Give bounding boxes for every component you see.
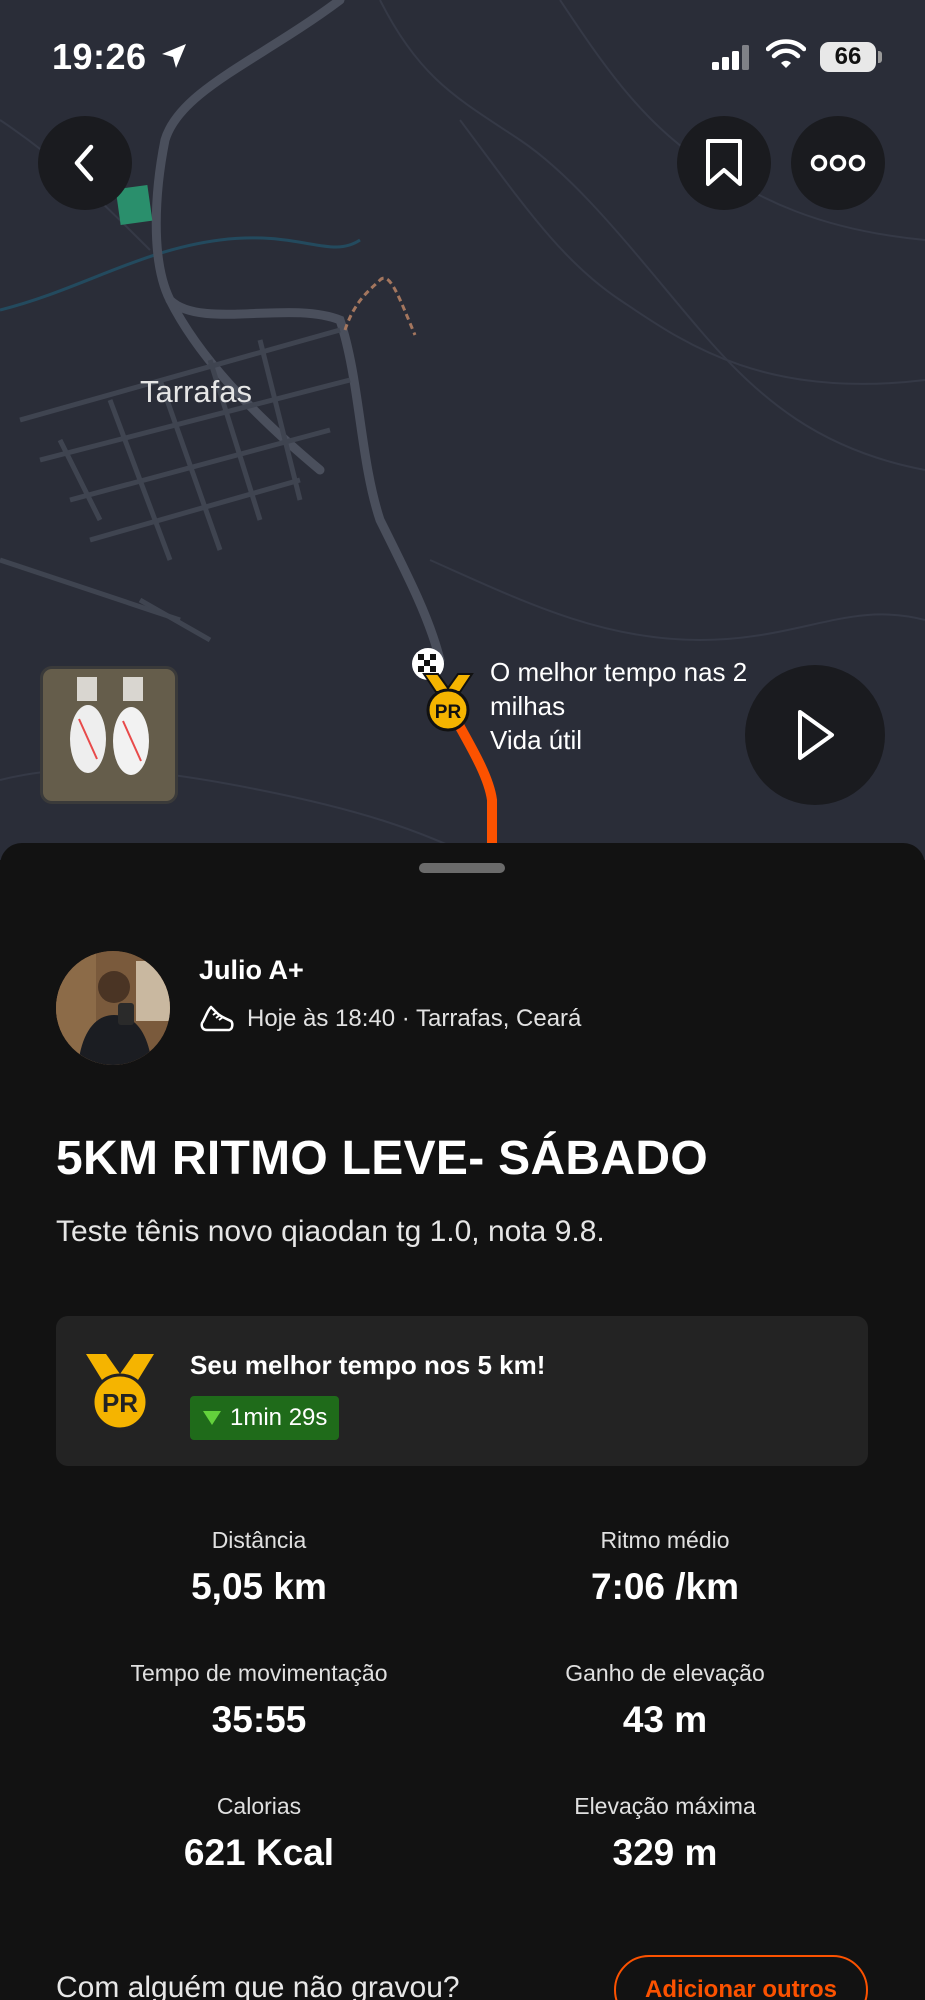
stat-value: 7:06 /km: [590, 1566, 740, 1607]
stat-label: Ritmo médio: [600, 1527, 730, 1553]
map-pr-text: PR: [435, 702, 462, 723]
stat-value: 621 Kcal: [183, 1832, 335, 1873]
more-options-icon: [810, 154, 866, 172]
map-pr-label-line2: milhas: [490, 691, 566, 721]
stat-moving-time: Tempo de movimentação 35:55: [56, 1660, 462, 1741]
play-icon: [798, 710, 834, 760]
play-flyover-button[interactable]: [745, 665, 885, 805]
stat-elevation-gain: Ganho de elevação 43 m: [462, 1660, 868, 1741]
sheet-drag-handle[interactable]: [419, 863, 505, 873]
map-town-label: Tarrafas: [140, 374, 252, 409]
stat-max-elevation: Elevação máxima 329 m: [462, 1793, 868, 1874]
activity-photo-thumbnail[interactable]: [40, 666, 178, 804]
stat-label: Calorias: [216, 1793, 302, 1819]
stat-calories: Calorias 621 Kcal: [56, 1793, 462, 1874]
athlete-avatar[interactable]: [56, 951, 170, 1065]
activity-title: 5KM RITMO LEVE- SÁBADO: [56, 1132, 708, 1185]
wifi-icon: [766, 39, 806, 68]
stat-value: 5,05 km: [191, 1566, 327, 1607]
chevron-left-icon: [74, 144, 94, 182]
status-bar: 19:26 66: [0, 0, 925, 110]
stat-label: Elevação máxima: [574, 1793, 756, 1819]
status-time: 19:26: [52, 36, 147, 77]
activity-meta: Hoje às 18:40 · Tarrafas, Ceará: [199, 1003, 581, 1035]
stat-value: 35:55: [211, 1699, 307, 1740]
stat-label: Distância: [211, 1527, 307, 1553]
pr-medal-text: PR: [102, 1388, 138, 1418]
down-triangle-icon: [203, 1411, 221, 1425]
location-arrow-icon: [162, 44, 186, 68]
achievement-card[interactable]: PR Seu melhor tempo nos 5 km! 1min 29s: [56, 1316, 868, 1466]
stat-label: Ganho de elevação: [565, 1660, 765, 1686]
activity-meta-text: Hoje às 18:40 · Tarrafas, Ceará: [247, 1005, 582, 1032]
time-improvement-badge: 1min 29s: [190, 1396, 340, 1440]
route-map[interactable]: Tarrafas PR O melhor tempo nas 2 milhas …: [0, 0, 925, 860]
running-shoe-icon: [200, 1005, 234, 1032]
battery-indicator: 66: [820, 42, 876, 72]
stat-value: 329 m: [612, 1832, 718, 1873]
back-button[interactable]: [38, 116, 132, 210]
time-improvement-value: 1min 29s: [230, 1404, 328, 1431]
stat-label: Tempo de movimentação: [130, 1660, 388, 1686]
pr-medal-icon: PR: [86, 1354, 154, 1431]
activity-description: Teste tênis novo qiaodan tg 1.0, nota 9.…: [56, 1215, 605, 1248]
stat-avg-pace: Ritmo médio 7:06 /km: [462, 1527, 868, 1608]
battery-tip: [878, 51, 882, 63]
stat-distance: Distância 5,05 km: [56, 1527, 462, 1608]
map-pr-label-line1: O melhor tempo nas 2: [490, 657, 748, 687]
stat-value: 43 m: [622, 1699, 708, 1740]
bookmark-button[interactable]: [677, 116, 771, 210]
athlete-name[interactable]: Julio A+: [199, 955, 304, 986]
cellular-signal-icon: [712, 45, 749, 70]
achievement-text: Seu melhor tempo nos 5 km!: [190, 1350, 546, 1380]
activity-detail-sheet: Julio A+ Hoje às 18:40 · Tarrafas, Ceará…: [0, 843, 925, 2000]
bookmark-icon: [706, 139, 742, 186]
add-others-button[interactable]: Adicionar outros: [614, 1955, 868, 2000]
add-others-prompt: Com alguém que não gravou?: [56, 1971, 460, 2000]
pr-medal-icon: PR: [422, 673, 474, 732]
more-options-button[interactable]: [791, 116, 885, 210]
